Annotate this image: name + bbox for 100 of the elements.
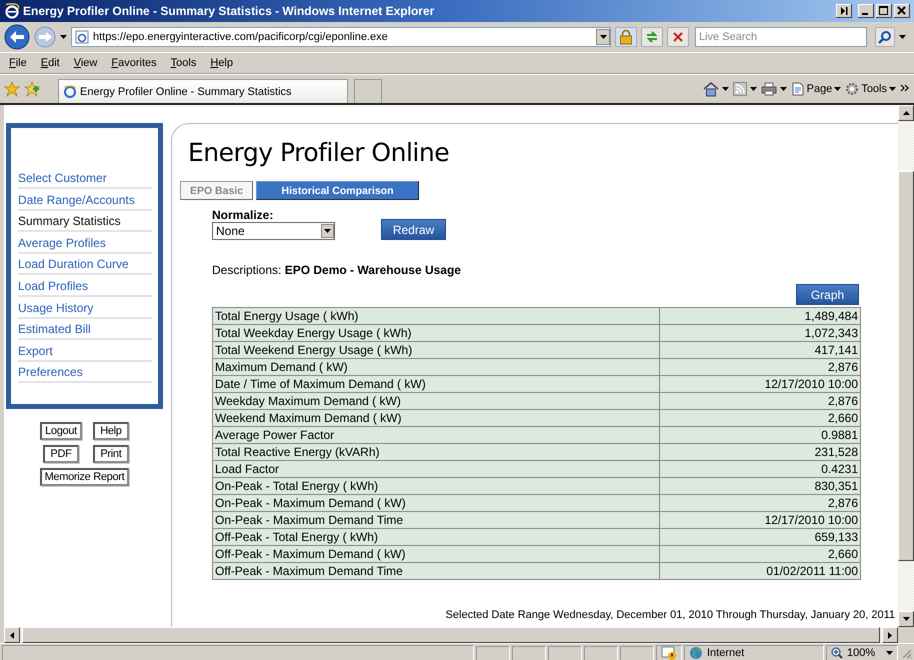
page-icon — [63, 84, 77, 98]
table-cell: On-Peak - Maximum Demand Time — [212, 512, 660, 528]
table-cell: 01/02/2011 11:00 — [660, 562, 860, 580]
caret-icon[interactable] — [324, 229, 331, 233]
home-icon[interactable] — [702, 81, 719, 97]
menu-item[interactable]: File — [4, 57, 32, 69]
scroll-down-button[interactable] — [898, 611, 914, 627]
table-cell: Off-Peak - Maximum Demand Time — [212, 562, 660, 580]
sidebar-button[interactable]: Logout — [40, 422, 82, 440]
status-bar-pane — [512, 646, 546, 660]
table-cell: 2,876 — [660, 358, 860, 376]
caret-icon[interactable] — [722, 87, 729, 91]
caret-icon[interactable] — [834, 87, 842, 91]
page-icon — [75, 30, 89, 44]
table-cell: Load Factor — [212, 460, 660, 478]
address-field[interactable]: https://epo.energyinteractive.com/pacificorp/cgi/eponline.exe — [71, 27, 611, 47]
caret-icon[interactable] — [886, 651, 893, 655]
redraw-button[interactable]: Redraw — [381, 219, 446, 240]
globe-icon — [689, 646, 703, 660]
caret-icon[interactable] — [780, 87, 787, 91]
table-cell: 2,660 — [660, 410, 860, 426]
table-cell: 659,133 — [660, 528, 860, 546]
graph-button[interactable]: Graph — [796, 284, 859, 305]
sidebar-item[interactable]: Date Range/Accounts — [18, 190, 152, 211]
sidebar-item[interactable]: Preferences — [18, 362, 152, 384]
stop-icon[interactable] — [672, 31, 684, 43]
back-icon[interactable] — [4, 24, 30, 50]
page-tab[interactable]: Historical Comparison — [256, 181, 419, 200]
sidebar-item[interactable]: Select Customer — [18, 168, 152, 189]
caret-icon[interactable] — [60, 35, 67, 39]
caret-icon[interactable] — [750, 87, 757, 91]
normalize-dropdown[interactable]: None — [212, 222, 335, 240]
table-cell: 1,072,343 — [660, 324, 860, 342]
gear-icon — [845, 82, 860, 96]
menu-item[interactable]: View — [68, 57, 102, 69]
scrollbar-thumb[interactable] — [898, 171, 914, 561]
table-cell: 830,351 — [660, 478, 860, 494]
sidebar-item[interactable]: Export — [18, 340, 152, 362]
close-icon[interactable] — [894, 4, 910, 18]
scroll-right-button[interactable] — [882, 627, 898, 643]
chevron-icon[interactable] — [900, 84, 910, 94]
sidebar-item[interactable]: Summary Statistics — [18, 211, 152, 232]
right-arrow-icon — [888, 632, 892, 638]
sidebar-button[interactable]: PDF — [42, 444, 79, 463]
status-bar-pane — [584, 646, 618, 660]
sidebar-item[interactable]: Usage History — [18, 298, 152, 319]
printer-icon[interactable] — [760, 82, 777, 96]
menu-item[interactable]: Edit — [36, 57, 65, 69]
tools-menu[interactable]: Tools — [845, 82, 896, 96]
scroll-up-button[interactable] — [898, 105, 914, 121]
table-cell: Total Energy Usage ( kWh) — [212, 308, 660, 324]
sidebar-item[interactable]: Average Profiles — [18, 232, 152, 254]
table-cell: 1,489,484 — [660, 308, 860, 324]
search-icon[interactable] — [878, 30, 892, 44]
security-warning-icon — [661, 646, 677, 660]
status-bar-pane — [620, 646, 654, 660]
page-menu[interactable]: Page — [790, 82, 842, 96]
menu-item[interactable]: Help — [205, 57, 238, 69]
table-cell: Average Power Factor — [212, 426, 660, 444]
table-cell: Maximum Demand ( kW) — [212, 358, 660, 376]
sidebar-button[interactable]: Memorize Report — [40, 468, 130, 486]
favorites-star-icon[interactable] — [4, 81, 20, 97]
menu-item[interactable]: Tools — [166, 57, 202, 69]
table-cell: 0.4231 — [660, 460, 860, 478]
sidebar-item[interactable]: Load Duration Curve — [18, 254, 152, 276]
page-icon — [790, 82, 805, 96]
browser-logo-icon — [4, 3, 20, 19]
table-cell: Off-Peak - Total Energy ( kWh) — [212, 528, 660, 546]
sidebar-item[interactable]: Estimated Bill — [18, 319, 152, 340]
date-range-text: Selected Date Range Wednesday, December 01, 2010 Through Thursday, January 20, 2011 — [446, 609, 895, 621]
table-cell: On-Peak - Maximum Demand ( kW) — [212, 494, 660, 512]
sidebar-button[interactable]: Help — [92, 422, 129, 440]
sidebar-item[interactable]: Load Profiles — [18, 276, 152, 297]
resize-grip-icon[interactable] — [900, 647, 912, 659]
search-field[interactable]: Live Search — [695, 27, 867, 47]
scroll-left-button[interactable] — [4, 627, 20, 643]
table-cell: 12/17/2010 10:00 — [660, 512, 860, 528]
table-cell: Date / Time of Maximum Demand ( kW) — [212, 376, 660, 392]
table-cell: Total Weekend Energy Usage ( kWh) — [212, 342, 660, 358]
caret-icon[interactable] — [600, 35, 606, 39]
caret-icon[interactable] — [889, 87, 896, 91]
browser-tab[interactable]: Energy Profiler Online - Summary Statistics — [58, 79, 348, 103]
up-arrow-icon — [902, 111, 910, 115]
minimize-icon[interactable] — [858, 4, 874, 18]
scrollbar-thumb[interactable] — [22, 627, 880, 643]
table-cell: Total Weekday Energy Usage ( kWh) — [212, 324, 660, 342]
table-cell: Total Reactive Energy (kVARh) — [212, 444, 660, 460]
table-cell: 2,876 — [660, 392, 860, 410]
menu-item[interactable]: Favorites — [106, 57, 162, 69]
zoom-button[interactable]: 100% — [826, 644, 898, 660]
maximize-icon[interactable] — [876, 4, 892, 18]
table-cell: 0.9881 — [660, 426, 860, 444]
restore-down-icon[interactable] — [836, 4, 852, 18]
table-cell: 231,528 — [660, 444, 860, 460]
padlock-icon[interactable] — [619, 29, 633, 45]
status-bar-pane — [476, 646, 510, 660]
refresh-icon[interactable] — [645, 30, 659, 44]
description-text: Descriptions: EPO Demo - Warehouse Usage — [212, 263, 461, 277]
caret-icon[interactable] — [899, 35, 906, 39]
sidebar-button[interactable]: Print — [92, 444, 129, 463]
